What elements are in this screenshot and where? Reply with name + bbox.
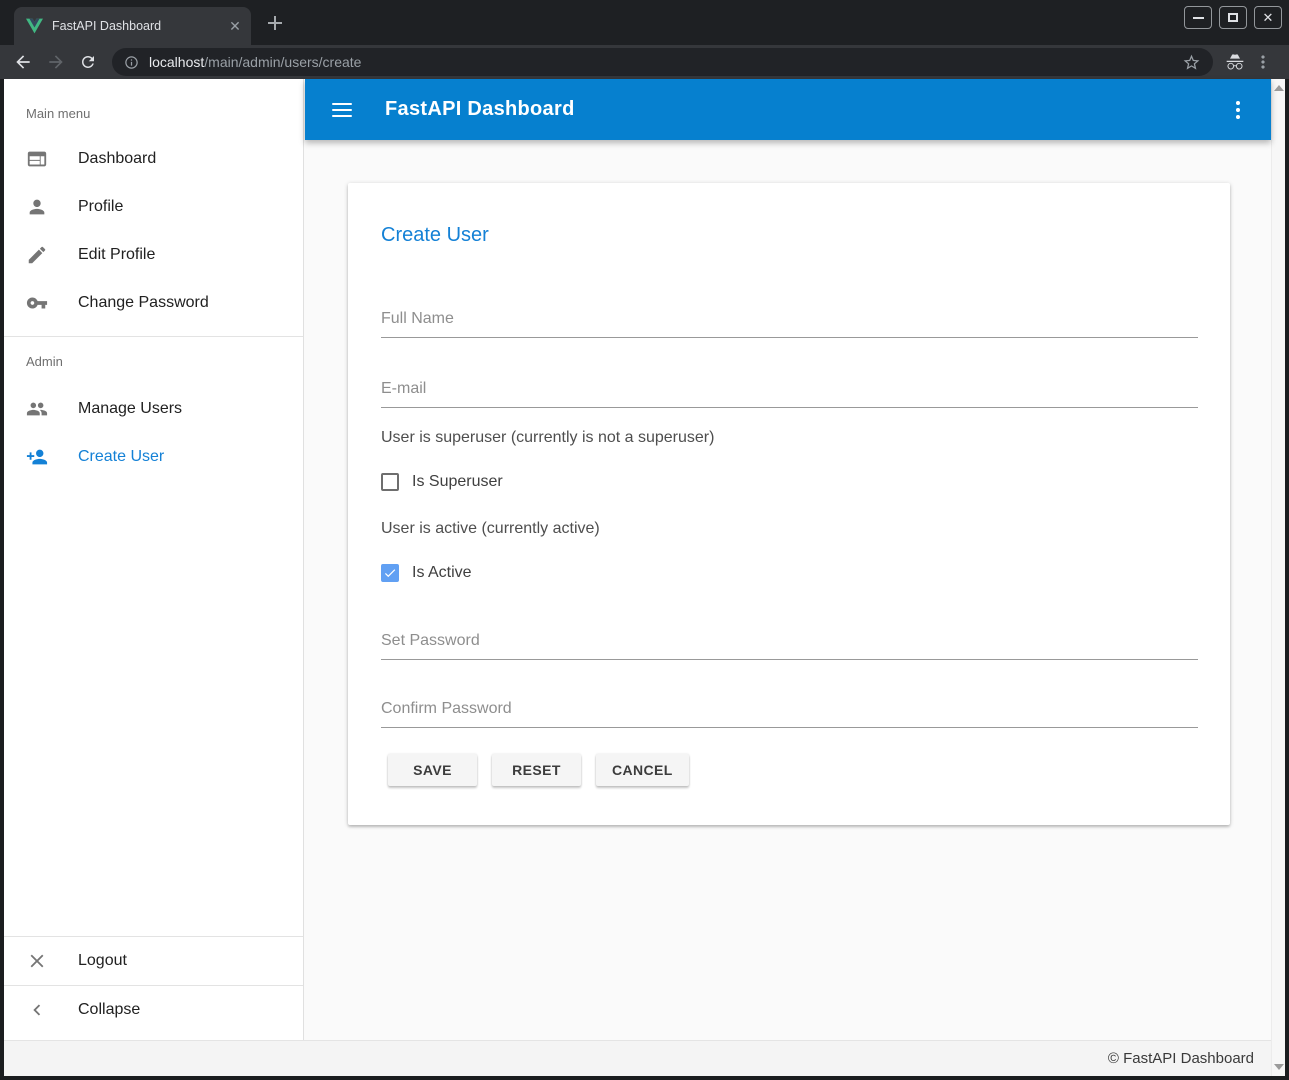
browser-tab[interactable]: FastAPI Dashboard ✕ [14, 7, 251, 45]
active-status-text: User is active (currently active) [381, 519, 1198, 539]
page-info-icon[interactable] [124, 55, 139, 70]
browser-menu-icon[interactable] [1253, 52, 1273, 72]
superuser-status-text: User is superuser (currently is not a su… [381, 428, 1198, 448]
tab-title: FastAPI Dashboard [52, 19, 227, 33]
sidebar-bottom: Logout Collapse [4, 936, 303, 1040]
sidebar-item-label: Create User [78, 448, 164, 466]
is-superuser-label: Is Superuser [412, 473, 503, 491]
edit-icon [26, 244, 48, 266]
sidebar-item-profile[interactable]: Profile [4, 183, 303, 231]
is-superuser-checkbox-row[interactable]: Is Superuser [381, 470, 1198, 494]
save-button[interactable]: SAVE [388, 754, 477, 786]
footer-copyright: © FastAPI Dashboard [1108, 1050, 1254, 1067]
browser-window: FastAPI Dashboard ✕ ✕ [0, 0, 1289, 1080]
reload-icon[interactable] [79, 53, 97, 71]
url-host: localhost [149, 54, 204, 70]
sidebar-item-label: Profile [78, 198, 123, 216]
window-close-button[interactable]: ✕ [1254, 6, 1282, 29]
sidebar-section-header-admin: Admin [4, 337, 303, 385]
chevron-left-icon [26, 999, 48, 1021]
close-icon [26, 950, 48, 972]
set-password-field [381, 631, 1198, 660]
bookmark-star-icon[interactable] [1182, 53, 1201, 72]
sidebar-item-edit-profile[interactable]: Edit Profile [4, 231, 303, 279]
page-content: Main menu Dashboard Profile Edit Profile [4, 79, 1285, 1076]
incognito-icon [1225, 52, 1245, 72]
browser-tabstrip: FastAPI Dashboard ✕ ✕ [0, 0, 1289, 45]
new-tab-button[interactable] [263, 11, 287, 35]
group-icon [26, 398, 48, 420]
window-controls: ✕ [1184, 6, 1282, 29]
sidebar-item-label: Change Password [78, 294, 209, 312]
sidebar-item-label: Edit Profile [78, 246, 155, 264]
browser-toolbar: localhost/main/admin/users/create [0, 45, 1289, 79]
appbar: FastAPI Dashboard [305, 79, 1271, 140]
sidebar-item-label: Manage Users [78, 400, 182, 418]
sidebar-item-label: Dashboard [78, 150, 156, 168]
sidebar-item-change-password[interactable]: Change Password [4, 279, 303, 327]
main-area: Create User User is superuser (currently… [305, 140, 1271, 1040]
card-title: Create User [381, 223, 1198, 247]
url-path: /main/admin/users/create [204, 54, 361, 70]
sidebar-item-label: Collapse [78, 1001, 140, 1019]
create-user-card: Create User User is superuser (currently… [348, 183, 1230, 825]
sidebar: Main menu Dashboard Profile Edit Profile [4, 79, 304, 1040]
web-icon [26, 148, 48, 170]
cancel-button[interactable]: CANCEL [596, 754, 689, 786]
scrollbar-up-arrow-icon[interactable] [1274, 85, 1284, 91]
window-minimize-button[interactable] [1184, 6, 1212, 29]
forward-icon[interactable] [46, 52, 66, 72]
full-name-field [381, 309, 1198, 338]
appbar-overflow-menu-icon[interactable] [1236, 101, 1240, 119]
person-icon [26, 196, 48, 218]
url-text: localhost/main/admin/users/create [149, 54, 361, 70]
sidebar-item-manage-users[interactable]: Manage Users [4, 385, 303, 433]
is-superuser-checkbox[interactable] [381, 473, 399, 491]
reset-button[interactable]: RESET [492, 754, 581, 786]
app-footer: © FastAPI Dashboard [4, 1040, 1271, 1076]
confirm-password-field [381, 699, 1198, 728]
set-password-input[interactable] [381, 631, 1198, 660]
full-name-input[interactable] [381, 309, 1198, 338]
sidebar-item-collapse[interactable]: Collapse [4, 986, 303, 1034]
form-actions: SAVE RESET CANCEL [381, 754, 1198, 786]
back-icon[interactable] [13, 52, 33, 72]
sidebar-item-dashboard[interactable]: Dashboard [4, 135, 303, 183]
email-field [381, 379, 1198, 408]
email-input[interactable] [381, 379, 1198, 408]
is-active-checkbox[interactable] [381, 564, 399, 582]
confirm-password-input[interactable] [381, 699, 1198, 728]
sidebar-item-logout[interactable]: Logout [4, 937, 303, 985]
page-scrollbar[interactable] [1271, 79, 1285, 1076]
sidebar-section-header-main: Main menu [4, 79, 303, 135]
tab-close-icon[interactable]: ✕ [227, 18, 243, 34]
address-bar[interactable]: localhost/main/admin/users/create [112, 48, 1213, 76]
is-active-checkbox-row[interactable]: Is Active [381, 561, 1198, 585]
person-add-icon [26, 446, 48, 468]
scrollbar-down-arrow-icon[interactable] [1274, 1064, 1284, 1070]
window-maximize-button[interactable] [1219, 6, 1247, 29]
is-active-label: Is Active [412, 564, 472, 582]
appbar-title: FastAPI Dashboard [385, 98, 575, 121]
key-icon [26, 292, 48, 314]
hamburger-menu-icon[interactable] [332, 103, 352, 117]
sidebar-item-label: Logout [78, 952, 127, 970]
sidebar-item-create-user[interactable]: Create User [4, 433, 303, 481]
vue-logo-icon [26, 18, 43, 34]
